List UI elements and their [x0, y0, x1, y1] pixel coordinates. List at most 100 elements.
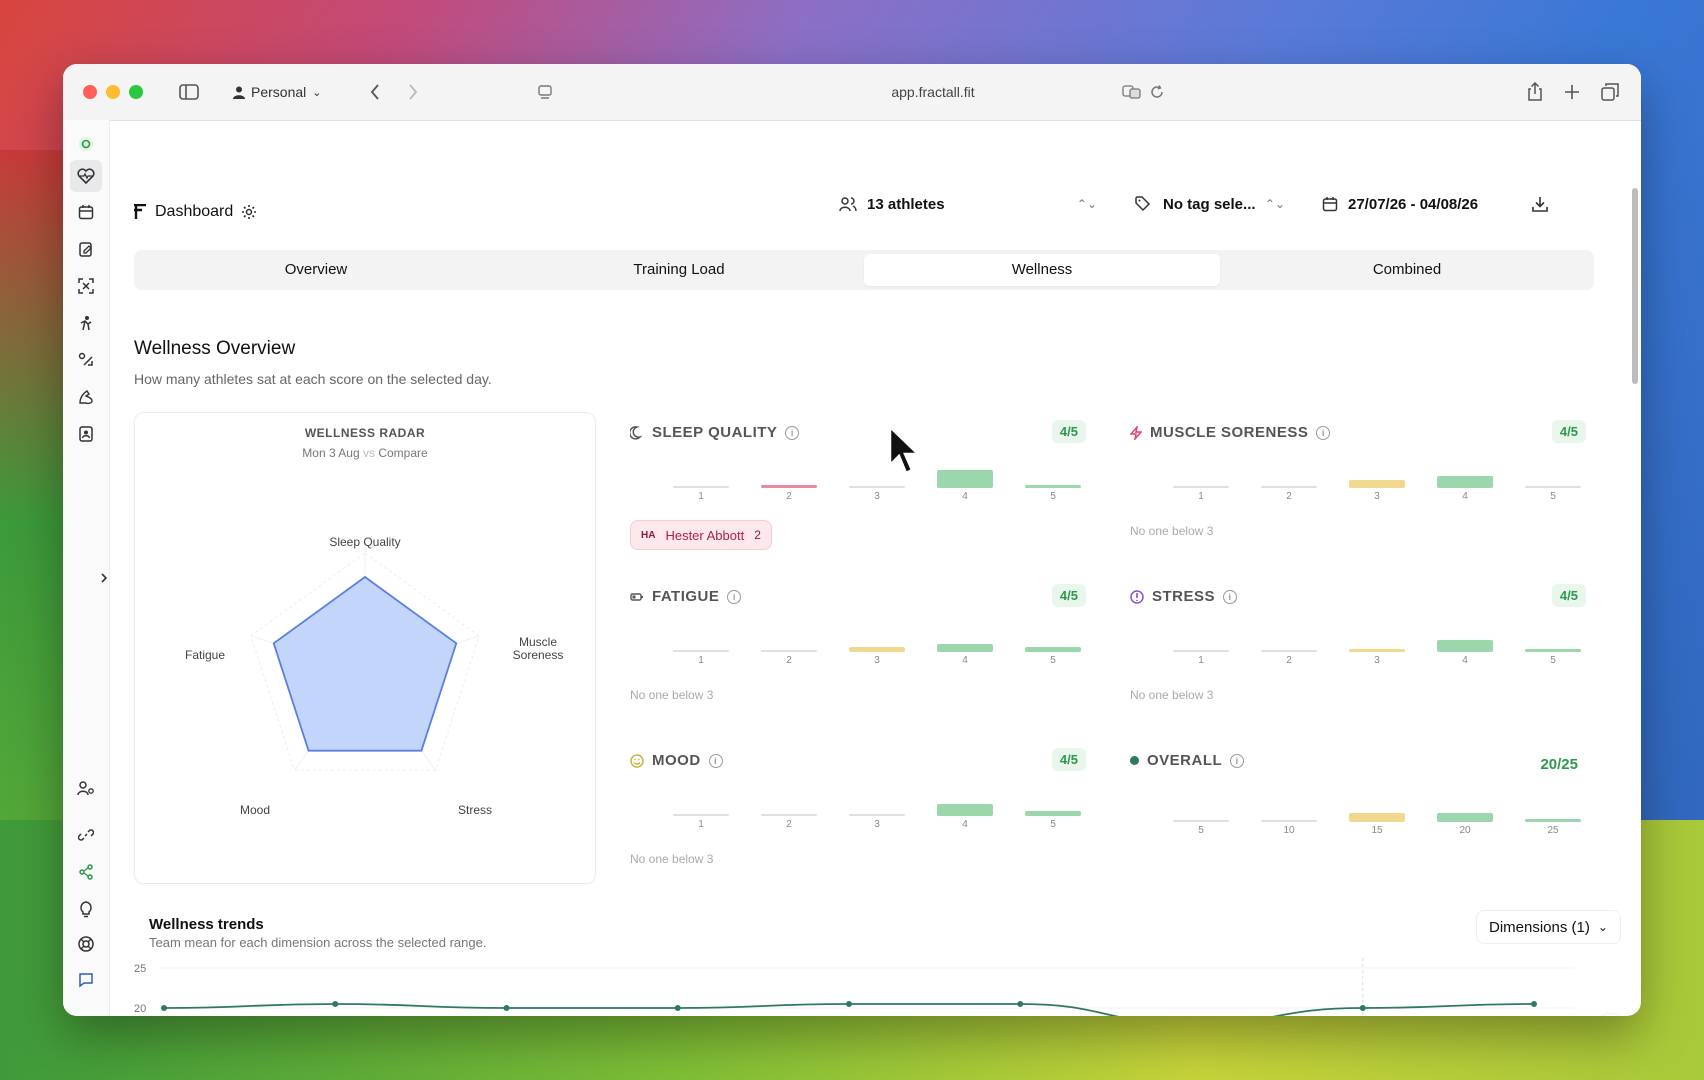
calendar-icon	[1322, 197, 1338, 212]
histogram-tick-label: 15	[1371, 825, 1383, 836]
vertical-scrollbar[interactable]	[1632, 188, 1638, 384]
histogram-tick-label: 4	[962, 491, 968, 502]
trend-data-point[interactable]	[1359, 1005, 1366, 1011]
browser-titlebar: Personal ⌄ app.fractall.fit	[63, 64, 1641, 121]
back-icon[interactable]	[363, 78, 387, 106]
focus-scan-icon[interactable]	[74, 274, 98, 298]
share-nodes-icon[interactable]	[74, 860, 98, 884]
user-settings-icon[interactable]	[74, 776, 98, 800]
metric-label: FATIGUE	[652, 588, 720, 605]
info-icon[interactable]: i	[785, 425, 800, 440]
address-bar[interactable]: app.fractall.fit	[763, 78, 1103, 106]
clipboard-edit-icon[interactable]	[74, 237, 98, 261]
histogram-bar	[1349, 813, 1405, 822]
trend-data-point[interactable]	[1017, 1001, 1024, 1007]
histogram-bar	[1349, 649, 1405, 652]
info-icon[interactable]: i	[708, 753, 723, 768]
metric-score-badge: 4/5	[1051, 420, 1086, 443]
main-content: Dashboard 13 athletes ⌃⌄ No tag sele... …	[110, 120, 1641, 1016]
histogram-bar	[937, 644, 993, 652]
forward-icon[interactable]	[401, 78, 425, 106]
close-window-button[interactable]	[83, 85, 97, 99]
tab-overview[interactable]: Overview	[138, 254, 494, 286]
overall-histogram: 5 10 15 20 25	[1130, 786, 1590, 836]
download-icon	[1532, 197, 1548, 212]
sleep-histogram: 1 2 3 4 5	[630, 452, 1090, 502]
histogram-tick-label: 20	[1459, 825, 1471, 836]
overall-dot-icon	[1130, 756, 1139, 765]
histogram-tick-label: 5	[1198, 825, 1204, 836]
calendar-icon[interactable]	[74, 200, 98, 224]
metric-header: MUSCLE SORENESS i	[1130, 424, 1331, 441]
dimensions-dropdown[interactable]: Dimensions (1) ⌄	[1476, 910, 1621, 944]
histogram-bar	[673, 650, 729, 652]
tab-combined[interactable]: Combined	[1227, 254, 1587, 286]
histogram-bar	[1025, 485, 1081, 488]
histogram-tick-label: 2	[1286, 491, 1292, 502]
histogram-tick-label: 1	[1198, 491, 1204, 502]
activity-person-icon[interactable]	[74, 311, 98, 335]
histogram-bar	[1349, 480, 1405, 488]
trend-data-point[interactable]	[1531, 1001, 1537, 1007]
lightbulb-icon[interactable]	[74, 897, 98, 921]
trend-data-point[interactable]	[846, 1001, 852, 1007]
trend-data-point[interactable]	[161, 1005, 167, 1011]
trends-subtitle: Team mean for each dimension across the …	[149, 935, 487, 950]
radar-axis-label-sleep: Sleep Quality	[329, 535, 401, 549]
trend-data-point[interactable]	[503, 1005, 510, 1011]
metric-score-badge: 20/25	[1540, 756, 1578, 773]
histogram-tick-label: 5	[1550, 491, 1556, 502]
histogram-tick-label: 4	[1462, 655, 1468, 666]
new-tab-icon[interactable]	[1560, 78, 1584, 106]
athletes-select[interactable]: 13 athletes ⌃⌄	[827, 184, 1109, 224]
metric-mood: MOOD i 4/5 1 2 3 4 5 No one below 3	[630, 748, 1100, 902]
histogram-bar	[673, 814, 729, 816]
metric-header: STRESS i	[1130, 588, 1238, 605]
exercise-icon[interactable]	[74, 348, 98, 372]
strength-arm-icon[interactable]	[74, 385, 98, 409]
support-lifebuoy-icon[interactable]	[74, 932, 98, 956]
download-button[interactable]	[1522, 184, 1558, 224]
tab-wellness[interactable]: Wellness	[864, 254, 1220, 286]
metric-header: FATIGUE i	[630, 588, 742, 605]
page-title: Dashboard	[155, 203, 234, 220]
link-icon[interactable]	[74, 823, 98, 847]
chevron-down-icon: ⌄	[312, 86, 322, 99]
athletes-count: 13 athletes	[867, 195, 945, 213]
sidebar-toggle-icon[interactable]	[175, 78, 203, 106]
mood-histogram: 1 2 3 4 5	[630, 780, 1090, 830]
trends-title: Wellness trends	[149, 916, 264, 933]
date-range-picker[interactable]: 27/07/26 - 04/08/26	[1310, 184, 1506, 224]
athlete-flag-chip[interactable]: HA Hester Abbott 2	[630, 520, 772, 550]
share-icon[interactable]	[1523, 78, 1547, 106]
expand-sidebar-chevron-icon[interactable]	[97, 566, 111, 590]
trend-data-point[interactable]	[332, 1001, 339, 1007]
reload-icon[interactable]	[1147, 78, 1167, 106]
metric-label: OVERALL	[1147, 752, 1223, 769]
info-icon[interactable]: i	[727, 589, 742, 604]
reader-icon[interactable]	[533, 78, 557, 106]
histogram-bar	[761, 650, 817, 652]
histogram-tick-label: 1	[1198, 655, 1204, 666]
tag-select[interactable]: No tag sele... ⌃⌄	[1123, 184, 1297, 224]
feedback-chat-icon[interactable]	[74, 968, 98, 992]
histogram-bar	[1261, 820, 1317, 822]
profile-menu[interactable]: Personal ⌄	[233, 78, 321, 106]
zoom-window-button[interactable]	[129, 85, 143, 99]
histogram-bar	[1173, 820, 1229, 822]
info-icon[interactable]: i	[1230, 753, 1245, 768]
translate-icon[interactable]	[1121, 78, 1143, 106]
app-logo-icon[interactable]	[74, 132, 98, 156]
info-icon[interactable]: i	[1316, 425, 1331, 440]
trend-data-point[interactable]	[674, 1005, 681, 1011]
minimize-window-button[interactable]	[106, 85, 120, 99]
histogram-bar	[761, 485, 817, 488]
gear-icon[interactable]	[241, 204, 257, 220]
histogram-tick-label: 4	[1462, 491, 1468, 502]
tab-training-load[interactable]: Training Load	[501, 254, 857, 286]
fatigue-histogram: 1 2 3 4 5	[630, 616, 1090, 666]
contact-book-icon[interactable]	[74, 422, 98, 446]
tab-overview-icon[interactable]	[1598, 78, 1622, 106]
wellness-heart-icon[interactable]	[70, 160, 102, 192]
info-icon[interactable]: i	[1223, 589, 1238, 604]
